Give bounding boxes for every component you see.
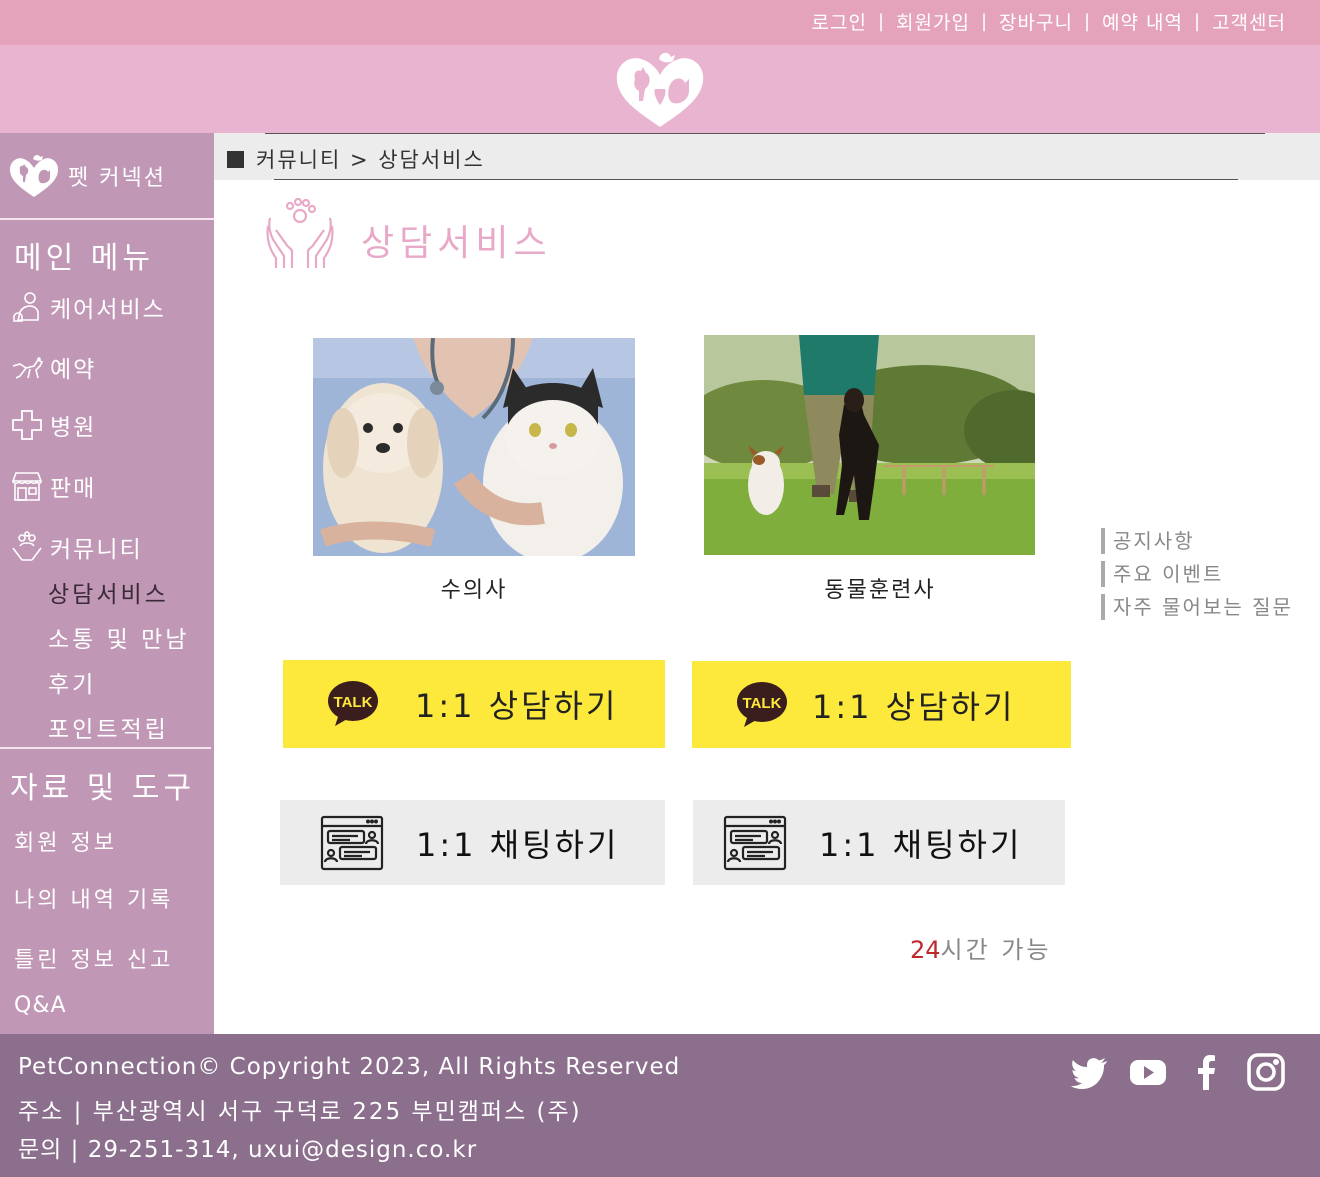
- kakao-badge-text: TALK: [743, 695, 782, 712]
- notice-link[interactable]: 공지사항: [1101, 528, 1293, 554]
- sidebar-sub-counseling[interactable]: 상담서비스: [48, 575, 169, 609]
- nav-separator: |: [1194, 11, 1202, 32]
- sidebar-sub-meetup[interactable]: 소통 및 만남: [48, 620, 189, 654]
- vet-photo: [313, 338, 635, 556]
- sidebar-item-community[interactable]: 커뮤니티: [10, 530, 143, 564]
- top-utility-bar: 로그인 | 회원가입 | 장바구니 | 예약 내역 | 고객센터: [0, 0, 1320, 45]
- sidebar-item-label: 커뮤니티: [50, 537, 143, 563]
- sidebar-divider: [0, 747, 211, 749]
- breadcrumb-rule: [265, 133, 1265, 134]
- community-icon: [10, 530, 44, 564]
- sidebar-item-label: 판매: [50, 476, 97, 502]
- sidebar-divider: [0, 218, 214, 220]
- care-icon: [10, 290, 44, 324]
- availability-hours: 24: [910, 936, 941, 964]
- kakao-talk-icon: TALK: [737, 681, 787, 727]
- sidebar-item-care[interactable]: 케어서비스: [10, 290, 166, 324]
- dog-run-icon: [10, 350, 44, 384]
- trainer-chat-button[interactable]: 1:1 채팅하기: [693, 800, 1065, 885]
- cart-link[interactable]: 장바구니: [999, 8, 1073, 35]
- tools-title: 자료 및 도구: [10, 771, 196, 806]
- events-link[interactable]: 주요 이벤트: [1101, 561, 1293, 587]
- nav-separator: |: [877, 11, 886, 32]
- top-nav: 로그인 | 회원가입 | 장바구니 | 예약 내역 | 고객센터: [812, 8, 1287, 35]
- nav-separator: |: [1083, 11, 1092, 32]
- header: [0, 45, 1320, 133]
- social-links: [1050, 1052, 1286, 1092]
- sidebar: 펫 커넥션 메인 메뉴 케어서비스 예약 병원 판매 커뮤니티 상담서비스 소통…: [0, 133, 214, 1034]
- chat-window-icon: [723, 815, 787, 870]
- footer-copyright: PetConnection© Copyright 2023, All Right…: [18, 1054, 681, 1080]
- vet-chat-button[interactable]: 1:1 채팅하기: [280, 800, 665, 885]
- twitter-icon[interactable]: [1069, 1052, 1109, 1092]
- page-title: 상담서비스: [361, 223, 552, 264]
- login-link[interactable]: 로그인: [812, 8, 867, 35]
- trainer-kakao-consult-button[interactable]: TALK 1:1 상담하기: [692, 661, 1071, 748]
- availability-note: 24시간 가능: [910, 930, 1052, 965]
- sidebar-link-member-info[interactable]: 회원 정보: [14, 825, 117, 857]
- kakao-talk-icon: TALK: [328, 681, 378, 726]
- footer: PetConnection© Copyright 2023, All Right…: [0, 1034, 1320, 1177]
- reservations-link[interactable]: 예약 내역: [1102, 8, 1183, 35]
- sidebar-item-label: 병원: [50, 415, 97, 441]
- breadcrumb: 커뮤니티 > 상담서비스: [227, 144, 485, 174]
- customer-center-link[interactable]: 고객센터: [1212, 8, 1286, 35]
- faq-link[interactable]: 자주 물어보는 질문: [1101, 594, 1293, 620]
- signup-link[interactable]: 회원가입: [896, 8, 970, 35]
- button-label: 1:1 채팅하기: [819, 825, 1023, 864]
- button-label: 1:1 채팅하기: [416, 825, 620, 864]
- paw-hands-icon: [266, 197, 334, 268]
- sidebar-link-history[interactable]: 나의 내역 기록: [14, 882, 173, 914]
- sidebar-item-shop[interactable]: 판매: [10, 469, 96, 503]
- square-bullet-icon: [227, 150, 244, 168]
- nav-separator: |: [980, 11, 989, 32]
- main-menu-title: 메인 메뉴: [14, 241, 154, 276]
- side-links: 공지사항 주요 이벤트 자주 물어보는 질문: [1101, 528, 1293, 627]
- youtube-icon[interactable]: [1128, 1052, 1168, 1092]
- button-label: 1:1 상담하기: [812, 687, 1016, 726]
- brand-logo-icon: [9, 154, 59, 197]
- footer-address: 주소 | 부산광역시 서구 구덕로 225 부민캠퍼스 (주): [18, 1099, 582, 1125]
- breadcrumb-rule: [274, 179, 1238, 180]
- breadcrumb-text: 커뮤니티 > 상담서비스: [256, 148, 485, 172]
- sidebar-link-qna[interactable]: Q&A: [14, 993, 67, 1018]
- sidebar-sub-reviews[interactable]: 후기: [48, 665, 96, 699]
- sidebar-item-reservation[interactable]: 예약: [10, 350, 96, 384]
- sidebar-brand[interactable]: 펫 커넥션: [8, 153, 166, 199]
- page-title-icon-wrap: [262, 196, 338, 272]
- instagram-icon[interactable]: [1246, 1052, 1286, 1092]
- kakao-badge-text: TALK: [334, 694, 373, 711]
- sidebar-item-label: 예약: [50, 357, 97, 383]
- chat-window-icon: [320, 815, 384, 870]
- facebook-icon[interactable]: [1187, 1052, 1227, 1092]
- sidebar-link-report[interactable]: 틀린 정보 신고: [14, 942, 173, 974]
- sidebar-sub-points[interactable]: 포인트적립: [48, 710, 169, 744]
- trainer-caption: 동물훈련사: [824, 578, 936, 603]
- trainer-photo: [704, 335, 1035, 555]
- shop-icon: [10, 469, 44, 503]
- sidebar-item-label: 케어서비스: [50, 297, 166, 323]
- brand-name: 펫 커넥션: [68, 166, 166, 191]
- availability-text: 시간 가능: [940, 936, 1052, 964]
- vet-kakao-consult-button[interactable]: TALK 1:1 상담하기: [283, 660, 665, 748]
- vet-caption: 수의사: [440, 578, 508, 603]
- button-label: 1:1 상담하기: [415, 687, 619, 725]
- medical-cross-icon: [10, 408, 44, 442]
- pet-connection-logo[interactable]: [613, 49, 707, 129]
- sidebar-item-hospital[interactable]: 병원: [10, 408, 96, 442]
- footer-contact: 문의 | 29-251-314, uxui@design.co.kr: [18, 1137, 478, 1163]
